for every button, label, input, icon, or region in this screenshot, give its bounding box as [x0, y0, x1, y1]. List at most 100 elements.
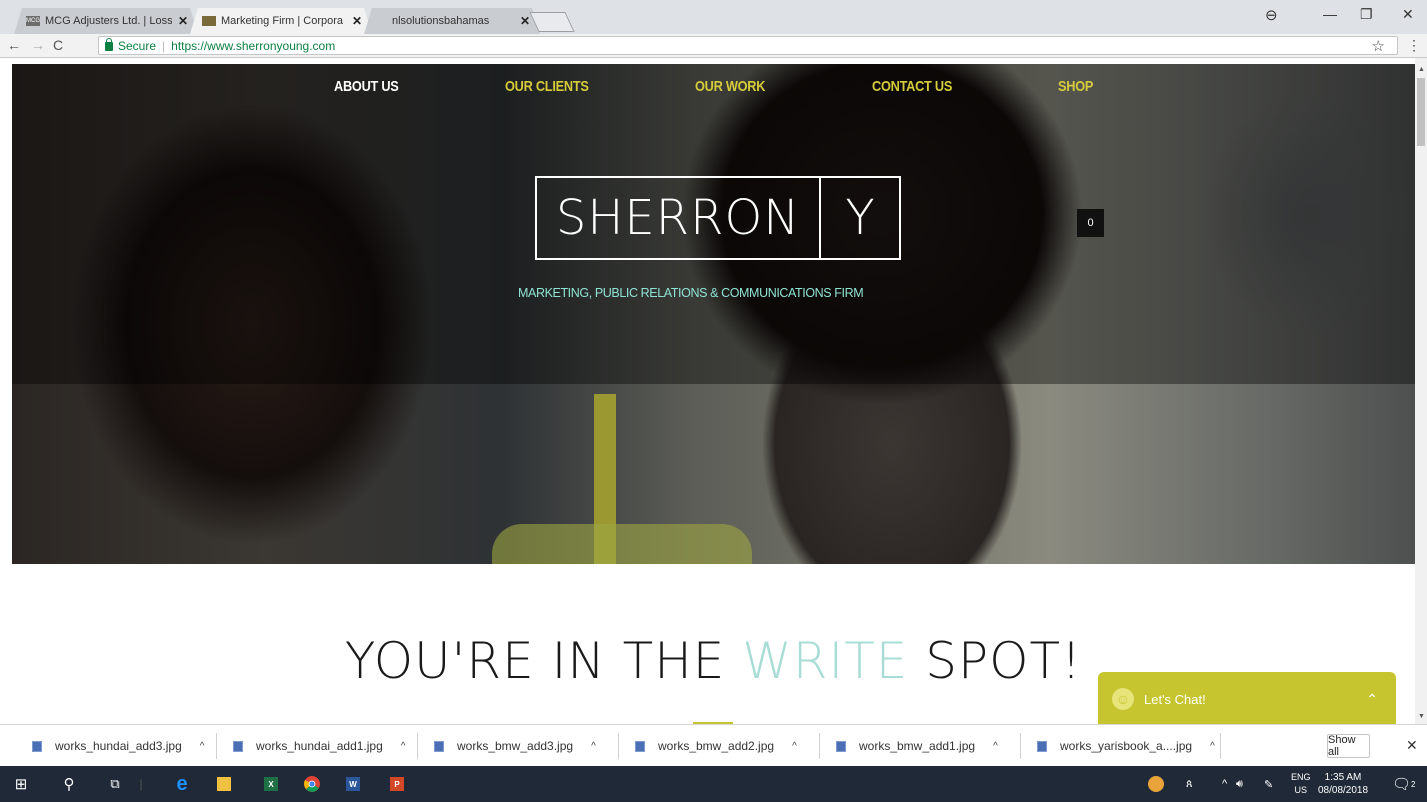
chevron-up-icon[interactable]: ^ [200, 741, 205, 752]
tab-close-icon[interactable]: ✕ [514, 14, 530, 28]
notification-count: 2 [1411, 779, 1416, 789]
browser-menu-icon[interactable]: ⋮ [1407, 37, 1421, 54]
browser-toolbar: ← → C Secure | https://www.sherronyoung.… [0, 34, 1427, 58]
chevron-up-icon[interactable]: ^ [993, 741, 998, 752]
back-button[interactable]: ← [7, 37, 21, 53]
logo-initial: Y [845, 190, 875, 246]
chevron-up-icon[interactable]: ^ [1210, 741, 1215, 752]
excel-icon[interactable]: X [264, 777, 278, 791]
people-icon[interactable]: ጰ [1186, 766, 1193, 802]
windows-start-icon[interactable]: ⊞ [10, 766, 32, 802]
address-bar[interactable]: Secure | https://www.sherronyoung.com ☆ [98, 36, 1398, 55]
nav-our-clients[interactable]: OUR CLIENTS [505, 78, 589, 95]
profile-icon[interactable]: ⊖ [1265, 6, 1278, 24]
image-file-icon [233, 740, 243, 752]
scroll-thumb[interactable] [1417, 78, 1425, 146]
headline-accent: WRITE [742, 632, 909, 690]
download-item[interactable]: works_hundai_add3.jpg ^ [32, 725, 204, 767]
close-window-button[interactable]: ✕ [1402, 6, 1414, 23]
scroll-down-icon[interactable]: ▼ [1418, 713, 1425, 720]
nav-about-us[interactable]: ABOUT US [334, 78, 399, 95]
hero-image: ABOUT US OUR CLIENTS OUR WORK CONTACT US… [12, 64, 1415, 564]
image-file-icon [32, 740, 42, 752]
download-item[interactable]: works_hundai_add1.jpg ^ [233, 725, 405, 767]
divider [1020, 733, 1021, 759]
separator: | [162, 38, 166, 53]
show-all-button[interactable]: Show all [1327, 734, 1370, 758]
download-item[interactable]: works_bmw_add2.jpg ^ [635, 725, 797, 767]
chrome-icon[interactable] [300, 766, 324, 802]
chevron-up-icon[interactable]: ⌃ [1366, 691, 1378, 708]
page-viewport: ABOUT US OUR CLIENTS OUR WORK CONTACT US… [0, 58, 1415, 724]
notification-center-icon[interactable]: 🗨︎ 2 [1392, 766, 1416, 802]
clock-date: 08/08/2018 [1318, 785, 1369, 796]
site-tagline: MARKETING, PUBLIC RELATIONS & COMMUNICAT… [518, 286, 864, 300]
close-shelf-icon[interactable]: ✕ [1406, 737, 1418, 754]
download-filename: works_bmw_add1.jpg [859, 739, 976, 753]
help-badge-icon [1148, 776, 1164, 792]
chevron-up-icon[interactable]: ^ [792, 741, 797, 752]
minimize-button[interactable]: — [1323, 6, 1337, 22]
taskbar-clock[interactable]: 1:35 AM 08/08/2018 [1318, 771, 1368, 797]
divider [819, 733, 820, 759]
image-file-icon [1037, 740, 1047, 752]
bookmark-star-icon[interactable]: ☆ [1372, 37, 1385, 55]
secure-indicator[interactable]: Secure [105, 38, 157, 53]
download-filename: works_yarisbook_a....jpg [1060, 739, 1193, 753]
tab-favicon-icon: MCG [26, 16, 40, 26]
pen-icon[interactable]: ✎ [1264, 766, 1273, 802]
lang-code: ENG [1291, 772, 1311, 782]
cart-count-badge[interactable]: 0 [1077, 209, 1104, 237]
divider [216, 733, 217, 759]
chrome-logo-icon [304, 776, 320, 792]
tab-title: MCG Adjusters Ltd. | Loss [45, 15, 172, 27]
region-code: US [1294, 785, 1308, 795]
powerpoint-icon[interactable]: P [390, 777, 404, 791]
download-shelf: works_hundai_add3.jpg ^ works_hundai_add… [0, 724, 1427, 766]
chevron-up-icon[interactable]: ^ [1222, 766, 1227, 802]
tab-nlsolutions[interactable]: nlsolutionsbahamas ✕ [364, 8, 540, 34]
nav-our-work[interactable]: OUR WORK [695, 78, 765, 95]
lock-icon [105, 38, 113, 51]
url-text: https://www.sherronyoung.com [171, 38, 336, 53]
chevron-up-icon[interactable]: ^ [591, 741, 596, 752]
volume-icon[interactable]: 🔊︎ [1236, 766, 1243, 802]
task-view-icon[interactable]: ⧉ [104, 766, 126, 802]
site-logo[interactable]: SHERRON Y [535, 176, 901, 260]
download-item[interactable]: works_bmw_add3.jpg ^ [434, 725, 596, 767]
tab-marketing-firm[interactable]: Marketing Firm | Corpora ✕ [190, 8, 372, 34]
headline-text-end: SPOT! [908, 632, 1083, 690]
image-file-icon [836, 740, 846, 752]
windows-taskbar: ⊞ ⚲ ⧉ | e X W P ጰ ^ 🔊︎ ✎ ENG US 1:35 AM … [0, 766, 1427, 802]
download-item[interactable]: works_yarisbook_a....jpg ^ [1037, 725, 1215, 767]
divider [618, 733, 619, 759]
scroll-up-icon[interactable]: ▲ [1418, 66, 1425, 73]
help-icon[interactable] [1148, 766, 1164, 802]
language-indicator[interactable]: ENG US [1291, 771, 1311, 797]
chat-widget[interactable]: ☺ Let's Chat! ⌃ [1098, 672, 1396, 724]
page-scrollbar[interactable]: ▲ ▼ [1415, 58, 1427, 724]
restore-button[interactable]: ❐ [1360, 6, 1373, 23]
forward-button[interactable]: → [31, 37, 45, 53]
secure-label: Secure [118, 38, 157, 53]
nav-shop[interactable]: SHOP [1058, 78, 1093, 95]
search-icon[interactable]: ⚲ [58, 766, 80, 802]
tab-favicon-icon [202, 16, 216, 26]
tab-close-icon[interactable]: ✕ [172, 14, 188, 28]
file-explorer-icon[interactable] [217, 777, 231, 791]
nav-contact-us[interactable]: CONTACT US [872, 78, 952, 95]
word-icon[interactable]: W [346, 777, 360, 791]
divider [1220, 733, 1221, 759]
edge-browser-icon[interactable]: e [170, 766, 194, 802]
download-filename: works_hundai_add1.jpg [256, 739, 383, 753]
download-filename: works_bmw_add3.jpg [457, 739, 574, 753]
reload-button[interactable]: C [53, 37, 63, 53]
divider [417, 733, 418, 759]
divider: | [139, 777, 143, 791]
tab-mcg-adjusters[interactable]: MCG MCG Adjusters Ltd. | Loss ✕ [14, 8, 198, 34]
download-item[interactable]: works_bmw_add1.jpg ^ [836, 725, 998, 767]
chevron-up-icon[interactable]: ^ [401, 741, 406, 752]
image-file-icon [434, 740, 444, 752]
download-filename: works_bmw_add2.jpg [658, 739, 775, 753]
tab-close-icon[interactable]: ✕ [346, 14, 362, 28]
